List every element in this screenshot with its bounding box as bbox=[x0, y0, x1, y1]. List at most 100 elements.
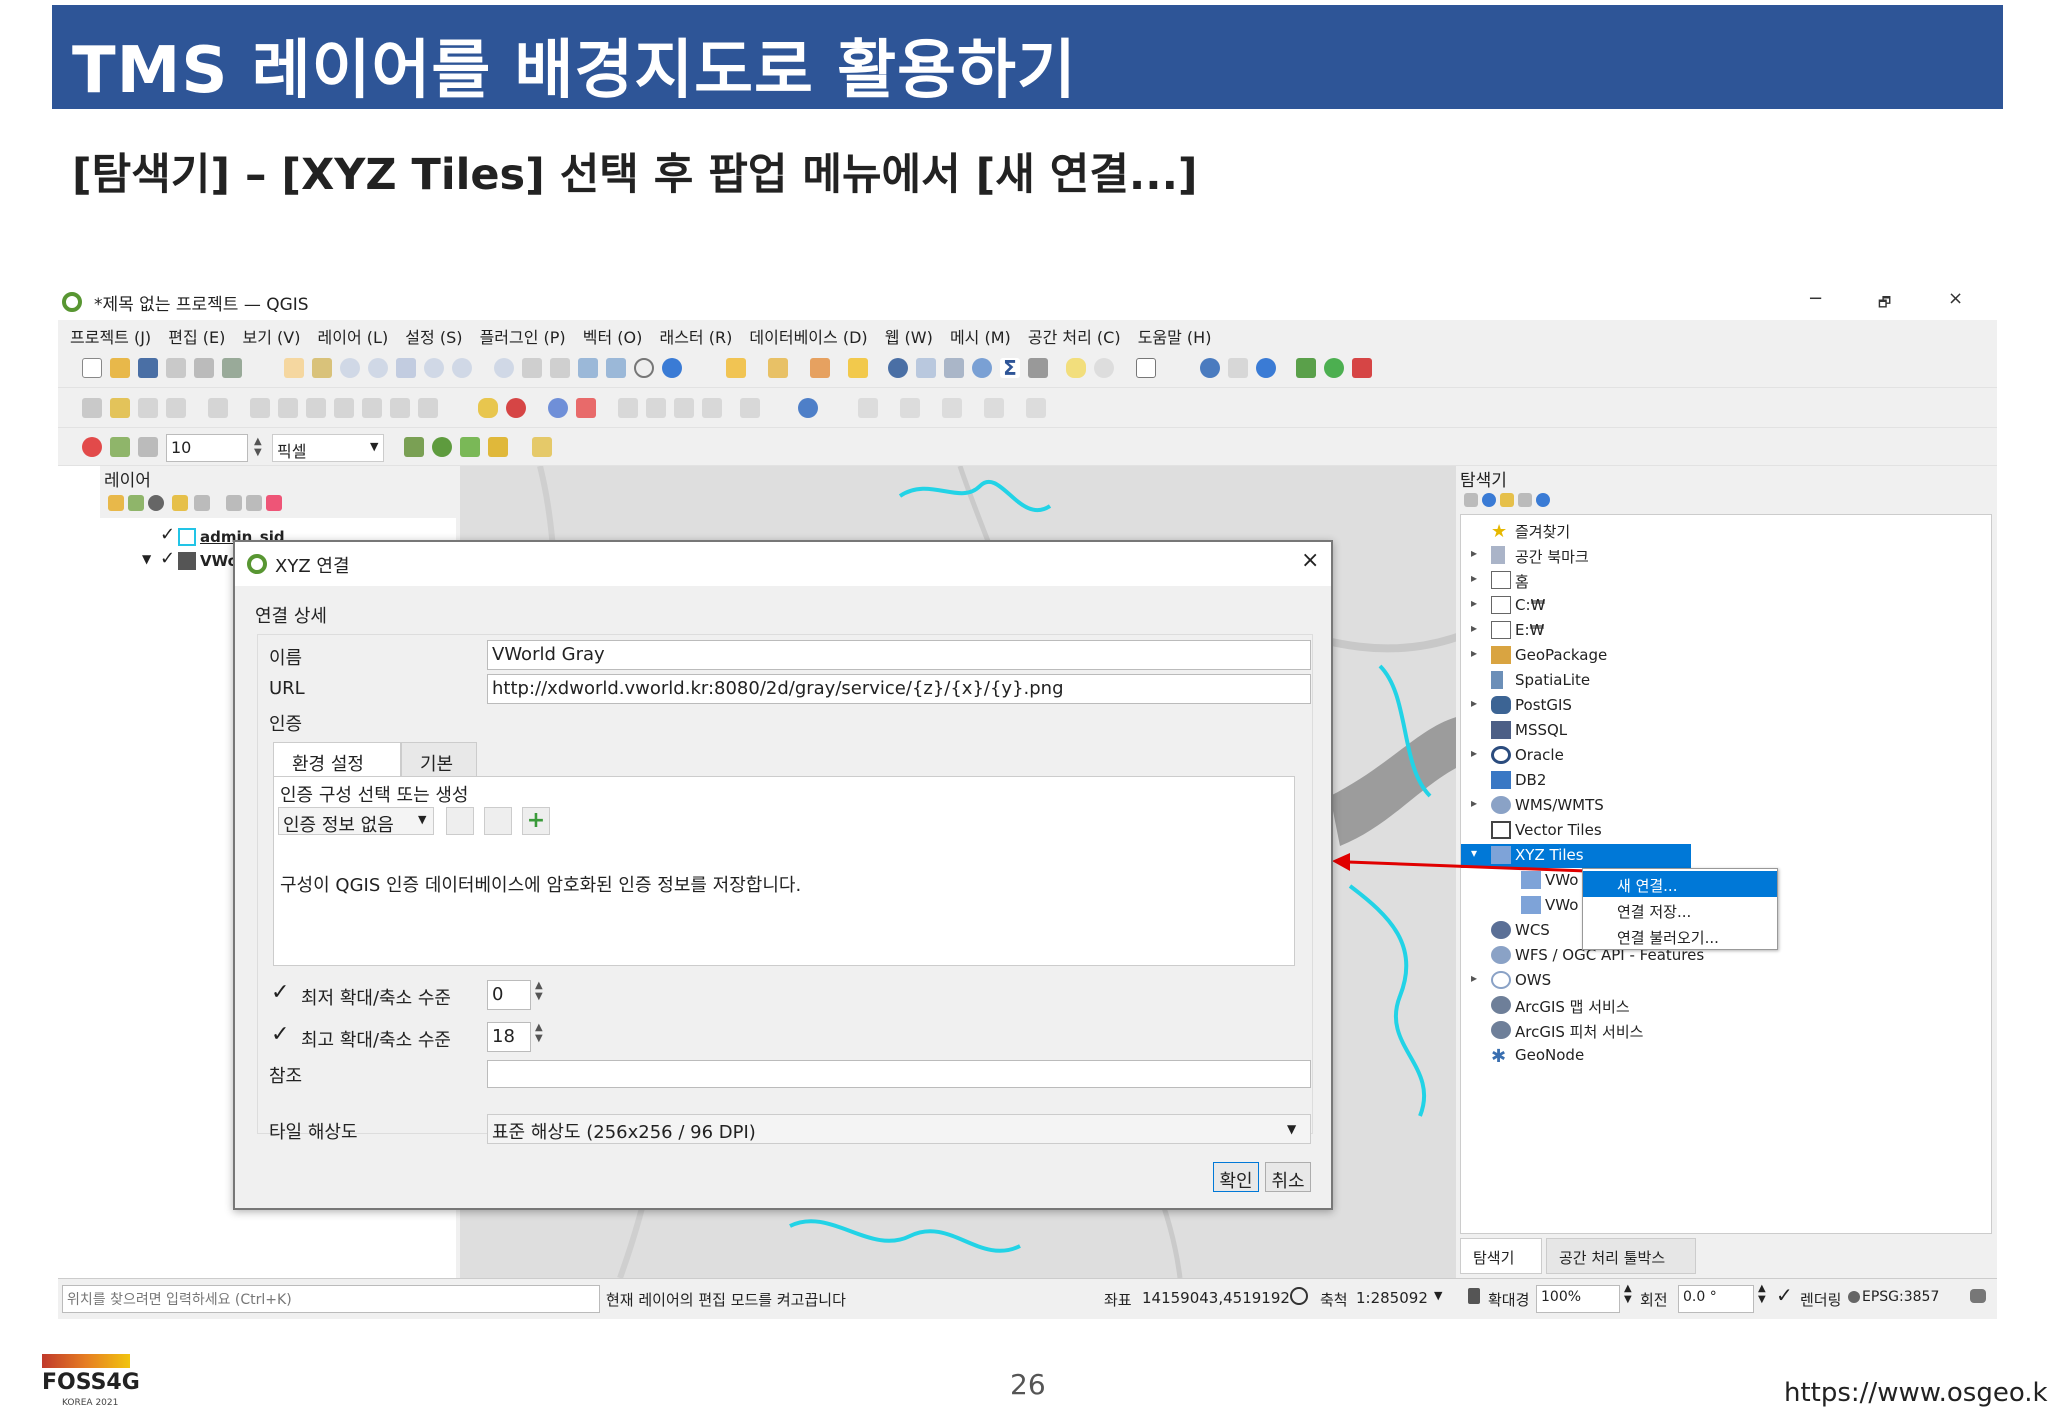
trace-icon[interactable] bbox=[460, 437, 480, 457]
menu-database[interactable]: 데이터베이스 (D) bbox=[749, 324, 867, 348]
rotation-input[interactable]: 0.0 ° bbox=[1678, 1285, 1754, 1313]
expand-icon[interactable]: ▼ bbox=[142, 552, 151, 566]
menu-settings[interactable]: 설정 (S) bbox=[405, 324, 462, 348]
toggle-extents-icon[interactable] bbox=[1290, 1287, 1308, 1305]
snapping-unit-select[interactable]: 픽셀 bbox=[272, 434, 384, 462]
min-zoom-input[interactable]: 0 bbox=[487, 980, 531, 1010]
layer-style-icon[interactable] bbox=[108, 495, 124, 511]
collapse-all-icon[interactable] bbox=[246, 495, 262, 511]
new-project-icon[interactable] bbox=[82, 358, 102, 378]
tolerance-stepper-icon[interactable]: ▲ ▼ bbox=[254, 436, 262, 458]
copy-features-icon[interactable] bbox=[334, 398, 354, 418]
tree-item-favorites[interactable]: ★ 즐겨찾기 bbox=[1461, 519, 1981, 543]
menu-raster[interactable]: 래스터 (R) bbox=[659, 324, 732, 348]
layer-checkbox[interactable]: ✓ bbox=[160, 524, 175, 545]
zoom-full-icon[interactable] bbox=[396, 358, 416, 378]
cut-features-icon[interactable] bbox=[306, 398, 326, 418]
show-labels-icon[interactable] bbox=[618, 398, 638, 418]
rotate-label-icon[interactable] bbox=[674, 398, 694, 418]
tree-item-spatialite[interactable]: SpatiaLite bbox=[1461, 669, 1981, 693]
zoom-in-icon[interactable] bbox=[340, 358, 360, 378]
attribute-table-icon[interactable] bbox=[916, 358, 936, 378]
undo-icon[interactable] bbox=[1256, 358, 1276, 378]
menu-processing[interactable]: 공간 처리 (C) bbox=[1028, 324, 1121, 348]
pan-to-selection-icon[interactable] bbox=[312, 358, 332, 378]
tab-processing-toolbox[interactable]: 공간 처리 툴박스 bbox=[1546, 1238, 1696, 1274]
locator-search-input[interactable]: 위치를 찾으려면 입력하세요 (Ctrl+K) bbox=[62, 1285, 600, 1313]
vertex-tool-icon[interactable] bbox=[208, 398, 228, 418]
zoom-native-icon[interactable] bbox=[494, 358, 514, 378]
field-calculator-icon[interactable] bbox=[944, 358, 964, 378]
url-input[interactable]: http://xdworld.vworld.kr:8080/2d/gray/se… bbox=[487, 674, 1311, 704]
diagram-icon[interactable] bbox=[548, 398, 568, 418]
snapping-layers-icon[interactable] bbox=[110, 437, 130, 457]
self-snapping-icon[interactable] bbox=[488, 437, 508, 457]
tree-item-postgis[interactable]: ▸ PostGIS bbox=[1461, 694, 1981, 718]
filter-browser-icon[interactable] bbox=[1500, 493, 1514, 507]
open-project-icon[interactable] bbox=[110, 358, 130, 378]
scale-value[interactable]: 1:285092 bbox=[1356, 1289, 1428, 1307]
menu-view[interactable]: 보기 (V) bbox=[242, 324, 300, 348]
referer-input[interactable] bbox=[487, 1060, 1311, 1088]
menu-web[interactable]: 웹 (W) bbox=[885, 324, 933, 348]
print-layout-icon[interactable] bbox=[166, 358, 186, 378]
tree-item-wms[interactable]: ▸ WMS/WMTS bbox=[1461, 794, 1981, 818]
tab-configurations[interactable]: 환경 설정 bbox=[273, 742, 401, 776]
rectangle-digitize-icon[interactable] bbox=[984, 398, 1004, 418]
refresh-browser-icon[interactable] bbox=[1482, 493, 1496, 507]
processing-toolbox-icon[interactable] bbox=[972, 358, 992, 378]
tree-item-geopackage[interactable]: ▸ GeoPackage bbox=[1461, 644, 1981, 668]
magnifier-input[interactable]: 100% bbox=[1536, 1285, 1620, 1313]
ok-button[interactable]: 확인 bbox=[1213, 1162, 1259, 1192]
expression-filter-icon[interactable] bbox=[194, 495, 210, 511]
max-zoom-checkbox[interactable]: ✓ bbox=[271, 1022, 289, 1047]
menu-project[interactable]: 프로젝트 (J) bbox=[70, 324, 151, 348]
footer-url[interactable]: https://www.osgeo.kr bbox=[1784, 1378, 2048, 1408]
zoom-last-icon[interactable] bbox=[522, 358, 542, 378]
refresh-icon[interactable] bbox=[662, 358, 682, 378]
undo-edit-icon[interactable] bbox=[390, 398, 410, 418]
lock-scale-icon[interactable] bbox=[1468, 1288, 1480, 1304]
snapping-tolerance-input[interactable]: 10 bbox=[166, 434, 248, 462]
bookmarks-icon[interactable] bbox=[1094, 358, 1114, 378]
dialog-close-button[interactable]: × bbox=[1301, 548, 1319, 573]
scale-dropdown-icon[interactable]: ▼ bbox=[1434, 1289, 1442, 1302]
paste-features-icon[interactable] bbox=[362, 398, 382, 418]
snap-vertex-icon[interactable] bbox=[138, 437, 158, 457]
deselect-icon[interactable] bbox=[810, 358, 830, 378]
edit-auth-icon[interactable] bbox=[446, 807, 474, 835]
georeferencer-icon[interactable] bbox=[798, 398, 818, 418]
auth-config-select[interactable]: 인증 정보 없음 bbox=[278, 807, 434, 835]
identify-icon[interactable] bbox=[888, 358, 908, 378]
tree-item-ows[interactable]: ▸ OWS bbox=[1461, 969, 1981, 993]
statistics-icon[interactable]: Σ bbox=[1000, 358, 1020, 378]
tree-item-geonode[interactable]: ✱ GeoNode bbox=[1461, 1044, 1981, 1068]
minimize-button[interactable]: − bbox=[1808, 288, 1823, 309]
menu-item-save-connections[interactable]: 연결 저장... bbox=[1583, 897, 1777, 923]
menu-item-new-connection[interactable]: 새 연결... bbox=[1583, 871, 1777, 897]
style-manager-icon[interactable] bbox=[222, 358, 242, 378]
pan-icon[interactable] bbox=[284, 358, 304, 378]
rotation-stepper-icon[interactable]: ▲ ▼ bbox=[1758, 1283, 1766, 1305]
menu-layer[interactable]: 레이어 (L) bbox=[318, 324, 389, 348]
toggle-editing-icon[interactable] bbox=[110, 398, 130, 418]
menu-help[interactable]: 도움말 (H) bbox=[1138, 324, 1212, 348]
topological-edit-icon[interactable] bbox=[404, 437, 424, 457]
min-zoom-checkbox[interactable]: ✓ bbox=[271, 980, 289, 1005]
menu-plugins[interactable]: 플러그인 (P) bbox=[480, 324, 566, 348]
remove-auth-icon[interactable] bbox=[484, 807, 512, 835]
menu-mesh[interactable]: 메시 (M) bbox=[950, 324, 1011, 348]
zoom-layer-icon[interactable] bbox=[452, 358, 472, 378]
tab-basic[interactable]: 기본 bbox=[401, 742, 477, 776]
remove-layer-icon[interactable] bbox=[266, 495, 282, 511]
name-input[interactable]: VWorld Gray bbox=[487, 640, 1311, 670]
menu-vector[interactable]: 벡터 (O) bbox=[583, 324, 643, 348]
tree-item-arcgis-feature[interactable]: ArcGIS 피처 서비스 bbox=[1461, 1019, 1981, 1043]
zoom-out-icon[interactable] bbox=[368, 358, 388, 378]
modify-attributes-icon[interactable] bbox=[250, 398, 270, 418]
tree-item-oracle[interactable]: ▸ Oracle bbox=[1461, 744, 1981, 768]
text-annotation-icon[interactable] bbox=[1136, 358, 1156, 378]
filter-legend-icon[interactable] bbox=[172, 495, 188, 511]
menu-edit[interactable]: 편집 (E) bbox=[168, 324, 225, 348]
tree-item-vector-tiles[interactable]: Vector Tiles bbox=[1461, 819, 1981, 843]
